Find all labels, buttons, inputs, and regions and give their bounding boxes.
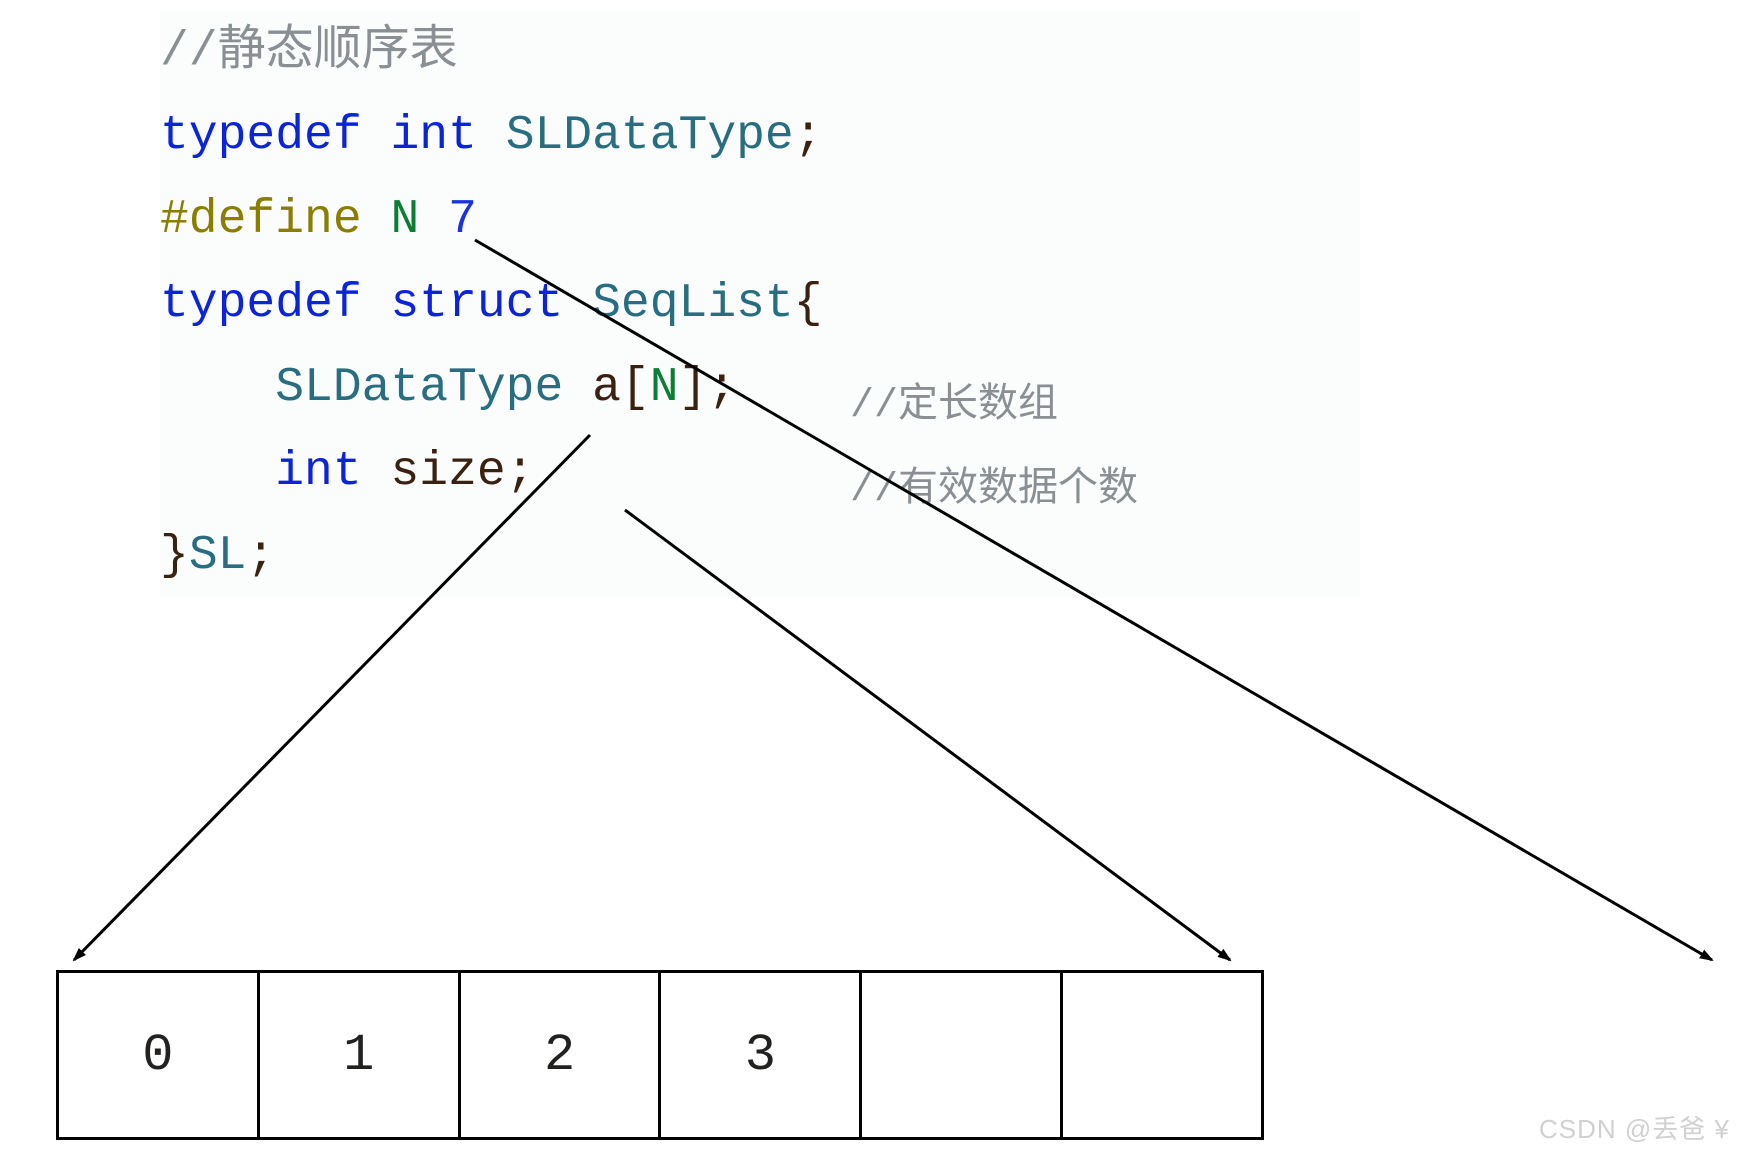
code-line-7: }SL;	[160, 514, 1360, 598]
num-7: 7	[448, 193, 477, 247]
code-line-3: #define N 7	[160, 178, 1360, 262]
kw-int-2: int	[275, 445, 361, 499]
array-cell-2: 2	[461, 973, 662, 1137]
semi-4: ;	[246, 529, 275, 583]
array-cell-1: 1	[260, 973, 461, 1137]
rbrace: }	[160, 529, 189, 583]
semi-2: ;	[707, 361, 736, 415]
kw-typedef-1: typedef	[160, 109, 362, 163]
code-line-5: SLDataType a[N];	[160, 346, 1360, 430]
kw-int-1: int	[390, 109, 476, 163]
side-comment-2: //有效数据个数	[850, 454, 1138, 513]
kw-define: #define	[160, 193, 362, 247]
code-block: //静态顺序表 typedef int SLDataType; #define …	[160, 10, 1360, 598]
array-cell-0: 0	[59, 973, 260, 1137]
semi-3: ;	[506, 445, 535, 499]
macro-N: N	[390, 193, 419, 247]
array-table: 0 1 2 3	[56, 970, 1264, 1140]
code-line-6: int size;	[160, 430, 1360, 514]
semi-1: ;	[794, 109, 823, 163]
ident-a: a	[592, 361, 621, 415]
lbrace: {	[794, 277, 823, 331]
bracket-open: [	[621, 361, 650, 415]
array-cell-3: 3	[661, 973, 862, 1137]
code-line-4: typedef struct SeqList{	[160, 262, 1360, 346]
bracket-close: ]	[679, 361, 708, 415]
code-line-2: typedef int SLDataType;	[160, 94, 1360, 178]
array-cell-5	[1063, 973, 1261, 1137]
code-line-1: //静态顺序表	[160, 10, 1360, 94]
comment-top: //静态顺序表	[160, 25, 458, 79]
watermark: CSDN @丢爸 ¥	[1539, 1109, 1730, 1146]
ident-size: size	[390, 445, 505, 499]
type-sldatatype-1: SLDataType	[506, 109, 794, 163]
type-sldatatype-2: SLDataType	[275, 361, 563, 415]
side-comment-1: //定长数组	[850, 370, 1058, 429]
array-cell-4	[862, 973, 1063, 1137]
type-seqlist: SeqList	[592, 277, 794, 331]
kw-typedef-2: typedef	[160, 277, 362, 331]
macro-N-2: N	[650, 361, 679, 415]
type-sl: SL	[189, 529, 247, 583]
kw-struct: struct	[390, 277, 563, 331]
